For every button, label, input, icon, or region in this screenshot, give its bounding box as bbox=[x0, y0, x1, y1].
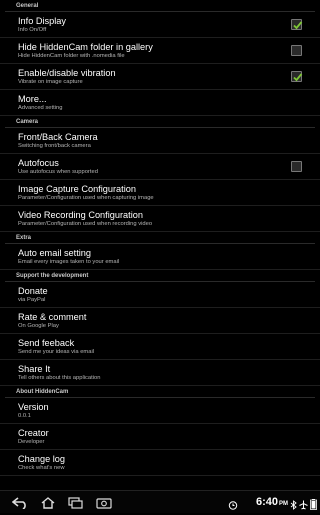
checkbox-unchecked[interactable] bbox=[291, 45, 302, 56]
pref-change-log[interactable]: Change log Check what's new bbox=[0, 450, 320, 476]
pref-summary: Switching front/back camera bbox=[18, 143, 91, 149]
bluetooth-icon bbox=[290, 497, 297, 515]
checkmark-icon bbox=[293, 73, 303, 82]
pref-summary: Tell others about this application bbox=[18, 375, 101, 381]
section-header-support-the-development: Support the development bbox=[5, 270, 315, 282]
system-navigation-bar: 6:40PM bbox=[0, 490, 320, 513]
pref-title: Auto email setting bbox=[18, 248, 92, 258]
pref-title: Rate & comment bbox=[18, 312, 87, 322]
pref-version[interactable]: Version 0.0.1 bbox=[0, 398, 320, 424]
checkbox-checked[interactable] bbox=[291, 71, 303, 82]
pref-title: Send feeback bbox=[18, 338, 75, 348]
clock-time: 6:40 bbox=[255, 496, 278, 508]
pref-summary: Developer bbox=[18, 439, 45, 445]
pref-send-feeback[interactable]: Send feeback Send me your ideas via email bbox=[0, 334, 320, 360]
pref-front-back-camera[interactable]: Front/Back Camera Switching front/back ca… bbox=[0, 128, 320, 154]
home-icon[interactable] bbox=[40, 496, 56, 514]
clock-suffix: PM bbox=[279, 501, 288, 507]
pref-title: Creator bbox=[18, 428, 49, 438]
pref-summary: Email every images taken to your email bbox=[18, 259, 120, 265]
pref-summary: Parameter/Configuration used when record… bbox=[18, 221, 153, 227]
pref-info-display[interactable]: Info Display Info On/Off bbox=[0, 12, 320, 38]
pref-autofocus[interactable]: Autofocus Use autofocus when supported bbox=[0, 154, 320, 180]
back-icon[interactable] bbox=[11, 496, 28, 514]
clock[interactable]: 6:40PM bbox=[256, 496, 288, 508]
pref-enable-disable-vibration[interactable]: Enable/disable vibration Vibrate on image… bbox=[0, 64, 320, 90]
pref-video-recording-configuration[interactable]: Video Recording Configuration Parameter/C… bbox=[0, 206, 320, 232]
pref-rate-comment[interactable]: Rate & comment On Google Play bbox=[0, 308, 320, 334]
pref-title: Share It bbox=[18, 364, 51, 374]
pref-auto-email-setting[interactable]: Auto email setting Email every images tak… bbox=[0, 244, 320, 270]
pref-summary: 0.0.1 bbox=[18, 413, 31, 419]
checkbox-checked[interactable] bbox=[291, 19, 303, 30]
pref-more[interactable]: More... Advanced setting bbox=[0, 90, 320, 116]
pref-share-it[interactable]: Share It Tell others about this applicati… bbox=[0, 360, 320, 386]
pref-summary: Vibrate on image capture bbox=[18, 79, 83, 85]
recent-apps-icon[interactable] bbox=[68, 496, 84, 514]
pref-summary: Send me your ideas via email bbox=[18, 349, 95, 355]
pref-title: Autofocus bbox=[18, 158, 59, 168]
pref-title: Version bbox=[18, 402, 49, 412]
pref-donate[interactable]: Donate via PayPal bbox=[0, 282, 320, 308]
pref-summary: via PayPal bbox=[18, 297, 46, 303]
pref-title: More... bbox=[18, 94, 47, 104]
pref-title: Front/Back Camera bbox=[18, 132, 98, 142]
pref-title: Video Recording Configuration bbox=[18, 210, 143, 220]
section-header-general: General bbox=[5, 0, 315, 12]
pref-image-capture-configuration[interactable]: Image Capture Configuration Parameter/Con… bbox=[0, 180, 320, 206]
pref-summary: Use autofocus when supported bbox=[18, 169, 98, 175]
pref-title: Change log bbox=[18, 454, 65, 464]
preferences-list[interactable]: General Info Display Info On/Off Hide Hidde… bbox=[0, 0, 320, 476]
pref-title: Hide HiddenCam folder in gallery bbox=[18, 42, 153, 52]
pref-title: Info Display bbox=[18, 16, 67, 26]
settings-screen: General Info Display Info On/Off Hide Hidde… bbox=[0, 0, 320, 490]
section-header-about-hiddencam: About HiddenCam bbox=[5, 386, 315, 398]
screenshot-icon[interactable] bbox=[96, 496, 112, 514]
pref-summary: Info On/Off bbox=[18, 27, 47, 33]
checkmark-icon bbox=[293, 21, 303, 30]
battery-icon bbox=[310, 497, 317, 515]
pref-summary: On Google Play bbox=[18, 323, 59, 329]
pref-title: Image Capture Configuration bbox=[18, 184, 136, 194]
pref-creator[interactable]: Creator Developer bbox=[0, 424, 320, 450]
alarm-icon bbox=[228, 497, 238, 515]
pref-summary: Advanced setting bbox=[18, 105, 63, 111]
pref-title: Enable/disable vibration bbox=[18, 68, 116, 78]
pref-summary: Check what's new bbox=[18, 465, 65, 471]
airplane-mode-icon bbox=[299, 497, 308, 515]
pref-title: Donate bbox=[18, 286, 48, 296]
section-header-camera: Camera bbox=[5, 116, 315, 128]
pref-hide-hiddencam-folder-in-gallery[interactable]: Hide HiddenCam folder in gallery Hide Hid… bbox=[0, 38, 320, 64]
pref-summary: Parameter/Configuration used when captur… bbox=[18, 195, 154, 201]
section-header-extra: Extra bbox=[5, 232, 315, 244]
checkbox-unchecked[interactable] bbox=[291, 161, 302, 172]
pref-summary: Hide HiddenCam folder with .nomedia file bbox=[18, 53, 125, 59]
